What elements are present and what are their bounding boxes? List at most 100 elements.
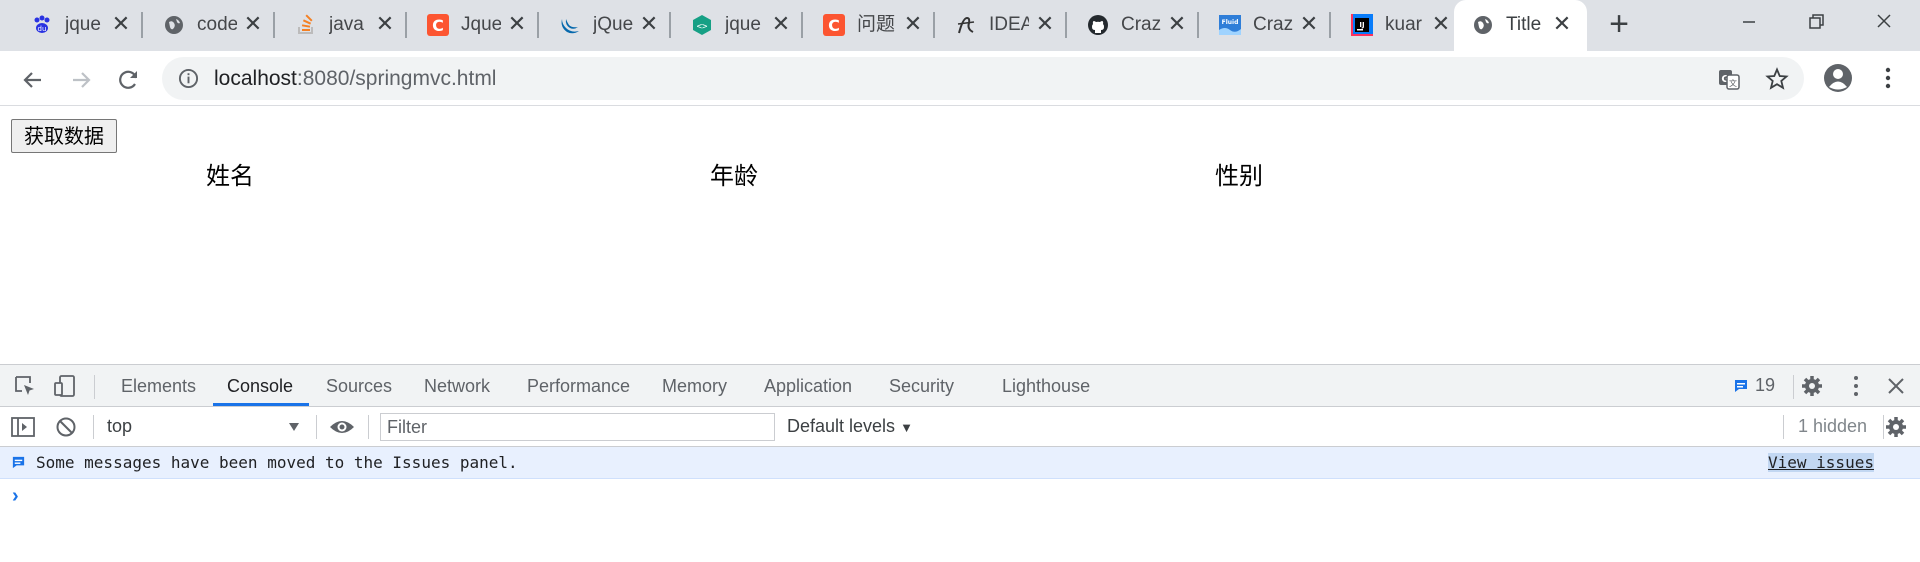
tab-title: kuar (1385, 14, 1422, 35)
kebab-menu-icon[interactable] (1843, 373, 1869, 399)
close-icon[interactable]: ✕ (770, 13, 792, 35)
inspect-element-icon[interactable] (12, 373, 38, 399)
console-prompt-chevron-icon[interactable]: › (12, 485, 19, 508)
browser-tab[interactable]: C Jque ✕ (396, 0, 539, 51)
browser-tab[interactable]: <> jque ✕ (660, 0, 803, 51)
browser-tab-active[interactable]: Title ✕ (1454, 0, 1587, 51)
tab-title: 问题 (857, 14, 896, 35)
console-filter-input[interactable] (380, 413, 775, 441)
svg-text:C: C (828, 16, 840, 35)
devtools-tab-application[interactable]: Application (764, 376, 852, 396)
fetch-data-button[interactable]: 获取数据 (11, 119, 117, 153)
device-toggle-icon[interactable] (52, 373, 78, 399)
close-icon[interactable]: ✕ (242, 13, 264, 35)
close-icon[interactable]: ✕ (1166, 13, 1188, 35)
tab-title: Craz (1253, 14, 1293, 35)
back-button[interactable] (18, 65, 48, 95)
arrow-right-icon (73, 72, 91, 88)
devtools-tab-security[interactable]: Security (889, 376, 954, 396)
console-message: Some messages have been moved to the Iss… (0, 447, 1920, 479)
eye-icon[interactable] (329, 416, 355, 438)
browser-tab[interactable]: C 问题 ✕ (792, 0, 935, 51)
minimize-button[interactable] (1729, 8, 1769, 38)
log-levels-select[interactable]: Default levels ▼ (787, 416, 913, 437)
hidden-messages-count: 1 hidden (1798, 416, 1868, 436)
url-text: localhost:8080/springmvc.html (214, 67, 496, 91)
forward-button[interactable] (66, 65, 96, 95)
close-icon[interactable]: ✕ (110, 13, 132, 35)
minimize-icon (1743, 21, 1755, 23)
browser-tab[interactable]: Fluid Craz ✕ (1188, 0, 1331, 51)
avatar-icon (1824, 64, 1852, 92)
sidebar-toggle-icon[interactable] (10, 415, 36, 439)
browser-tab[interactable]: jQue ✕ (528, 0, 671, 51)
devtools-tab-lighthouse[interactable]: Lighthouse (1002, 376, 1090, 396)
issues-counter[interactable]: 19 (1733, 375, 1775, 396)
tab-title: IDEA (989, 14, 1029, 35)
restore-button[interactable] (1796, 8, 1836, 38)
csdn-icon: C (427, 14, 449, 36)
divider (316, 415, 317, 439)
close-icon[interactable] (1883, 373, 1909, 399)
browser-toolbar: localhost:8080/springmvc.html G文 (0, 51, 1920, 106)
view-issues-link[interactable]: View issues (1768, 453, 1874, 472)
new-tab-button[interactable]: + (1602, 7, 1636, 42)
restore-icon (1809, 14, 1824, 29)
settings-gear-icon[interactable] (1799, 373, 1825, 399)
info-message-icon (12, 456, 25, 469)
log-levels-label: Default levels (787, 416, 896, 436)
close-icon[interactable]: ✕ (1298, 13, 1320, 35)
issues-message-icon (1735, 379, 1747, 392)
browser-tab[interactable]: du jque ✕ (0, 0, 143, 51)
window-close-button[interactable] (1864, 8, 1904, 38)
tab-title: jQue (593, 14, 633, 35)
dropdown-arrow-icon (289, 423, 299, 431)
browser-tab[interactable]: Craz ✕ (1056, 0, 1199, 51)
divider (368, 415, 369, 439)
address-bar[interactable]: localhost:8080/springmvc.html G文 (162, 57, 1804, 100)
tab-title: Title (1506, 14, 1542, 35)
clear-console-icon[interactable] (54, 415, 78, 439)
close-icon[interactable]: ✕ (506, 13, 528, 35)
console-settings-gear-icon[interactable] (1883, 414, 1909, 440)
devtools-tab-sources[interactable]: Sources (326, 376, 392, 396)
browser-tab[interactable]: IJ kuar ✕ (1320, 0, 1463, 51)
fluid-icon: Fluid (1219, 14, 1241, 36)
devtools-tab-bar: Elements Console Sources Network Perform… (0, 365, 1920, 407)
profile-button[interactable] (1823, 63, 1853, 93)
close-icon[interactable]: ✕ (1551, 13, 1573, 35)
svg-text:文: 文 (1729, 78, 1737, 88)
tab-strip: du jque ✕ code ✕ java ✕ C Jque ✕ jQue ✕ (0, 0, 1920, 51)
divider (94, 375, 95, 399)
devtools-tab-console[interactable]: Console (227, 376, 293, 396)
url-host: localhost (214, 67, 297, 90)
info-icon[interactable] (178, 68, 199, 89)
star-icon[interactable] (1765, 67, 1789, 91)
column-header-gender: 性别 (1215, 162, 1263, 190)
close-icon[interactable]: ✕ (374, 13, 396, 35)
url-path: :8080/springmvc.html (296, 67, 497, 90)
idea-pen-icon (955, 14, 977, 36)
console-toolbar: top Default levels ▼ 1 hidden (0, 407, 1920, 447)
browser-tab[interactable]: java ✕ (264, 0, 407, 51)
baidu-paw-icon: du (31, 14, 53, 36)
devtools-tab-network[interactable]: Network (424, 376, 490, 396)
browser-tab[interactable]: code ✕ (132, 0, 275, 51)
close-icon[interactable]: ✕ (638, 13, 660, 35)
translate-icon[interactable]: G文 (1717, 67, 1741, 91)
svg-text:du: du (38, 25, 47, 33)
menu-button[interactable] (1873, 63, 1903, 93)
github-icon (1087, 14, 1109, 36)
close-icon[interactable]: ✕ (1430, 13, 1452, 35)
close-icon[interactable]: ✕ (1034, 13, 1056, 35)
close-icon[interactable]: ✕ (902, 13, 924, 35)
devtools-tab-elements[interactable]: Elements (121, 376, 196, 396)
column-header-age: 年龄 (710, 162, 758, 190)
devtools-tab-performance[interactable]: Performance (527, 376, 630, 396)
divider (93, 415, 94, 439)
reload-button[interactable] (114, 65, 144, 95)
context-select[interactable]: top (107, 416, 132, 437)
devtools-tab-memory[interactable]: Memory (662, 376, 727, 396)
divider (1783, 415, 1784, 439)
browser-tab[interactable]: IDEA ✕ (924, 0, 1067, 51)
